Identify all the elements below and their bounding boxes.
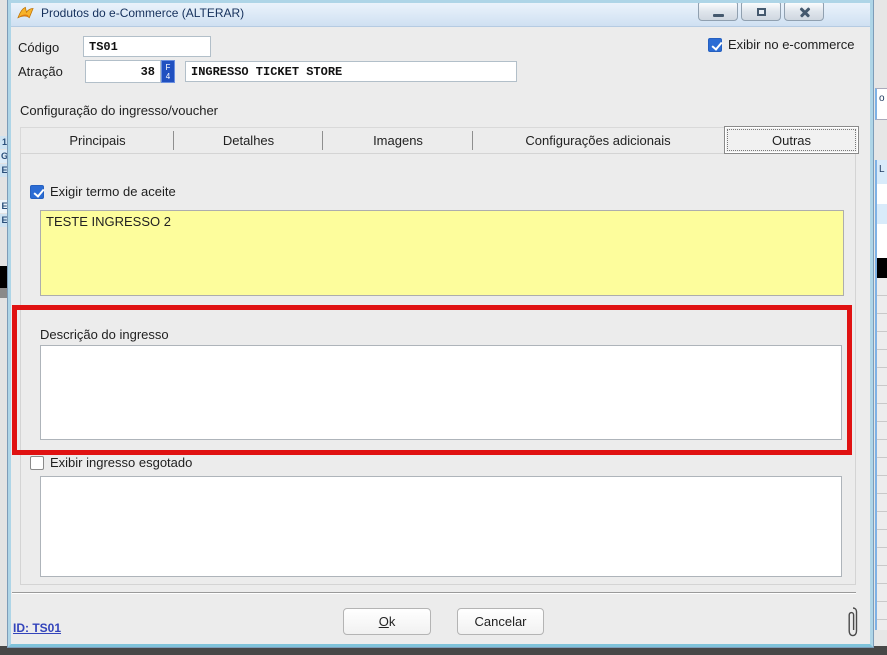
maximize-button[interactable] [741, 2, 781, 21]
background-grid-cell [875, 204, 887, 224]
close-button[interactable] [784, 2, 824, 21]
atracao-label: Atração [18, 64, 63, 79]
tab-principais[interactable]: Principais [21, 128, 174, 153]
maximize-icon [757, 8, 766, 16]
background-fragment-block [0, 288, 8, 298]
exibir-ecommerce-label: Exibir no e-commerce [728, 37, 854, 52]
codigo-label: Código [18, 40, 59, 55]
id-link[interactable]: ID: TS01 [13, 621, 61, 635]
exibir-ecommerce-checkbox-row[interactable]: Exibir no e-commerce [708, 37, 854, 52]
minimize-button[interactable] [698, 2, 738, 21]
atracao-f4-lookup-button[interactable]: F 4 [161, 60, 175, 83]
cancel-button[interactable]: Cancelar [457, 608, 544, 635]
ok-button-label: Ok [344, 614, 430, 629]
background-grid-cell: L [875, 160, 887, 184]
tab-label: Imagens [373, 133, 423, 148]
background-grid-cell [875, 258, 887, 278]
paperclip-icon [846, 604, 860, 640]
tab-label: Outras [772, 133, 811, 148]
cancel-button-label: Cancelar [458, 614, 543, 629]
window-controls [698, 2, 824, 21]
exigir-termo-checkbox[interactable] [30, 185, 44, 199]
background-grid-cell: o [875, 88, 887, 120]
app-logo-icon [17, 6, 34, 20]
codigo-input[interactable]: TS01 [83, 36, 211, 57]
background-bottom-bar [0, 646, 887, 655]
atracao-name-input[interactable]: INGRESSO TICKET STORE [185, 61, 517, 82]
tab-strip: Principais Detalhes Imagens Configuraçõe… [20, 127, 856, 154]
footer-separator [12, 592, 856, 594]
esgotado-textarea[interactable] [40, 476, 842, 577]
background-right-grid-fragment: o L [873, 0, 887, 646]
tab-imagens[interactable]: Imagens [323, 128, 473, 153]
exibir-esgotado-label: Exibir ingresso esgotado [50, 455, 192, 470]
descricao-textarea[interactable] [40, 345, 842, 440]
f4-label-top: F [162, 63, 174, 72]
exibir-esgotado-checkbox[interactable] [30, 456, 44, 470]
f4-label-bottom: 4 [162, 72, 174, 81]
tab-label: Principais [69, 133, 125, 148]
termo-aceite-textarea[interactable]: TESTE INGRESSO 2 [40, 210, 844, 296]
section-title: Configuração do ingresso/voucher [20, 103, 218, 118]
tab-label: Detalhes [223, 133, 274, 148]
exibir-esgotado-checkbox-row[interactable]: Exibir ingresso esgotado [30, 455, 192, 470]
background-fragment-block [0, 266, 8, 288]
tab-detalhes[interactable]: Detalhes [174, 128, 323, 153]
exigir-termo-label: Exigir termo de aceite [50, 184, 176, 199]
tab-label: Configurações adicionais [525, 133, 670, 148]
exibir-ecommerce-checkbox[interactable] [708, 38, 722, 52]
tab-configuracoes-adicionais[interactable]: Configurações adicionais [473, 128, 723, 153]
ok-button[interactable]: Ok [343, 608, 431, 635]
dialog-produtos-ecommerce: Produtos do e-Commerce (ALTERAR) Código … [8, 0, 873, 647]
background-grid-cell [875, 184, 887, 204]
atracao-code-input[interactable]: 38 [85, 60, 161, 83]
descricao-label: Descrição do ingresso [40, 327, 169, 342]
background-grid-cell [875, 224, 887, 258]
tab-outras-active[interactable]: Outras [724, 126, 859, 154]
exigir-termo-checkbox-row[interactable]: Exigir termo de aceite [30, 184, 176, 199]
window-title: Produtos do e-Commerce (ALTERAR) [41, 6, 244, 20]
background-grid-rows [875, 278, 887, 630]
minimize-icon [713, 14, 724, 17]
